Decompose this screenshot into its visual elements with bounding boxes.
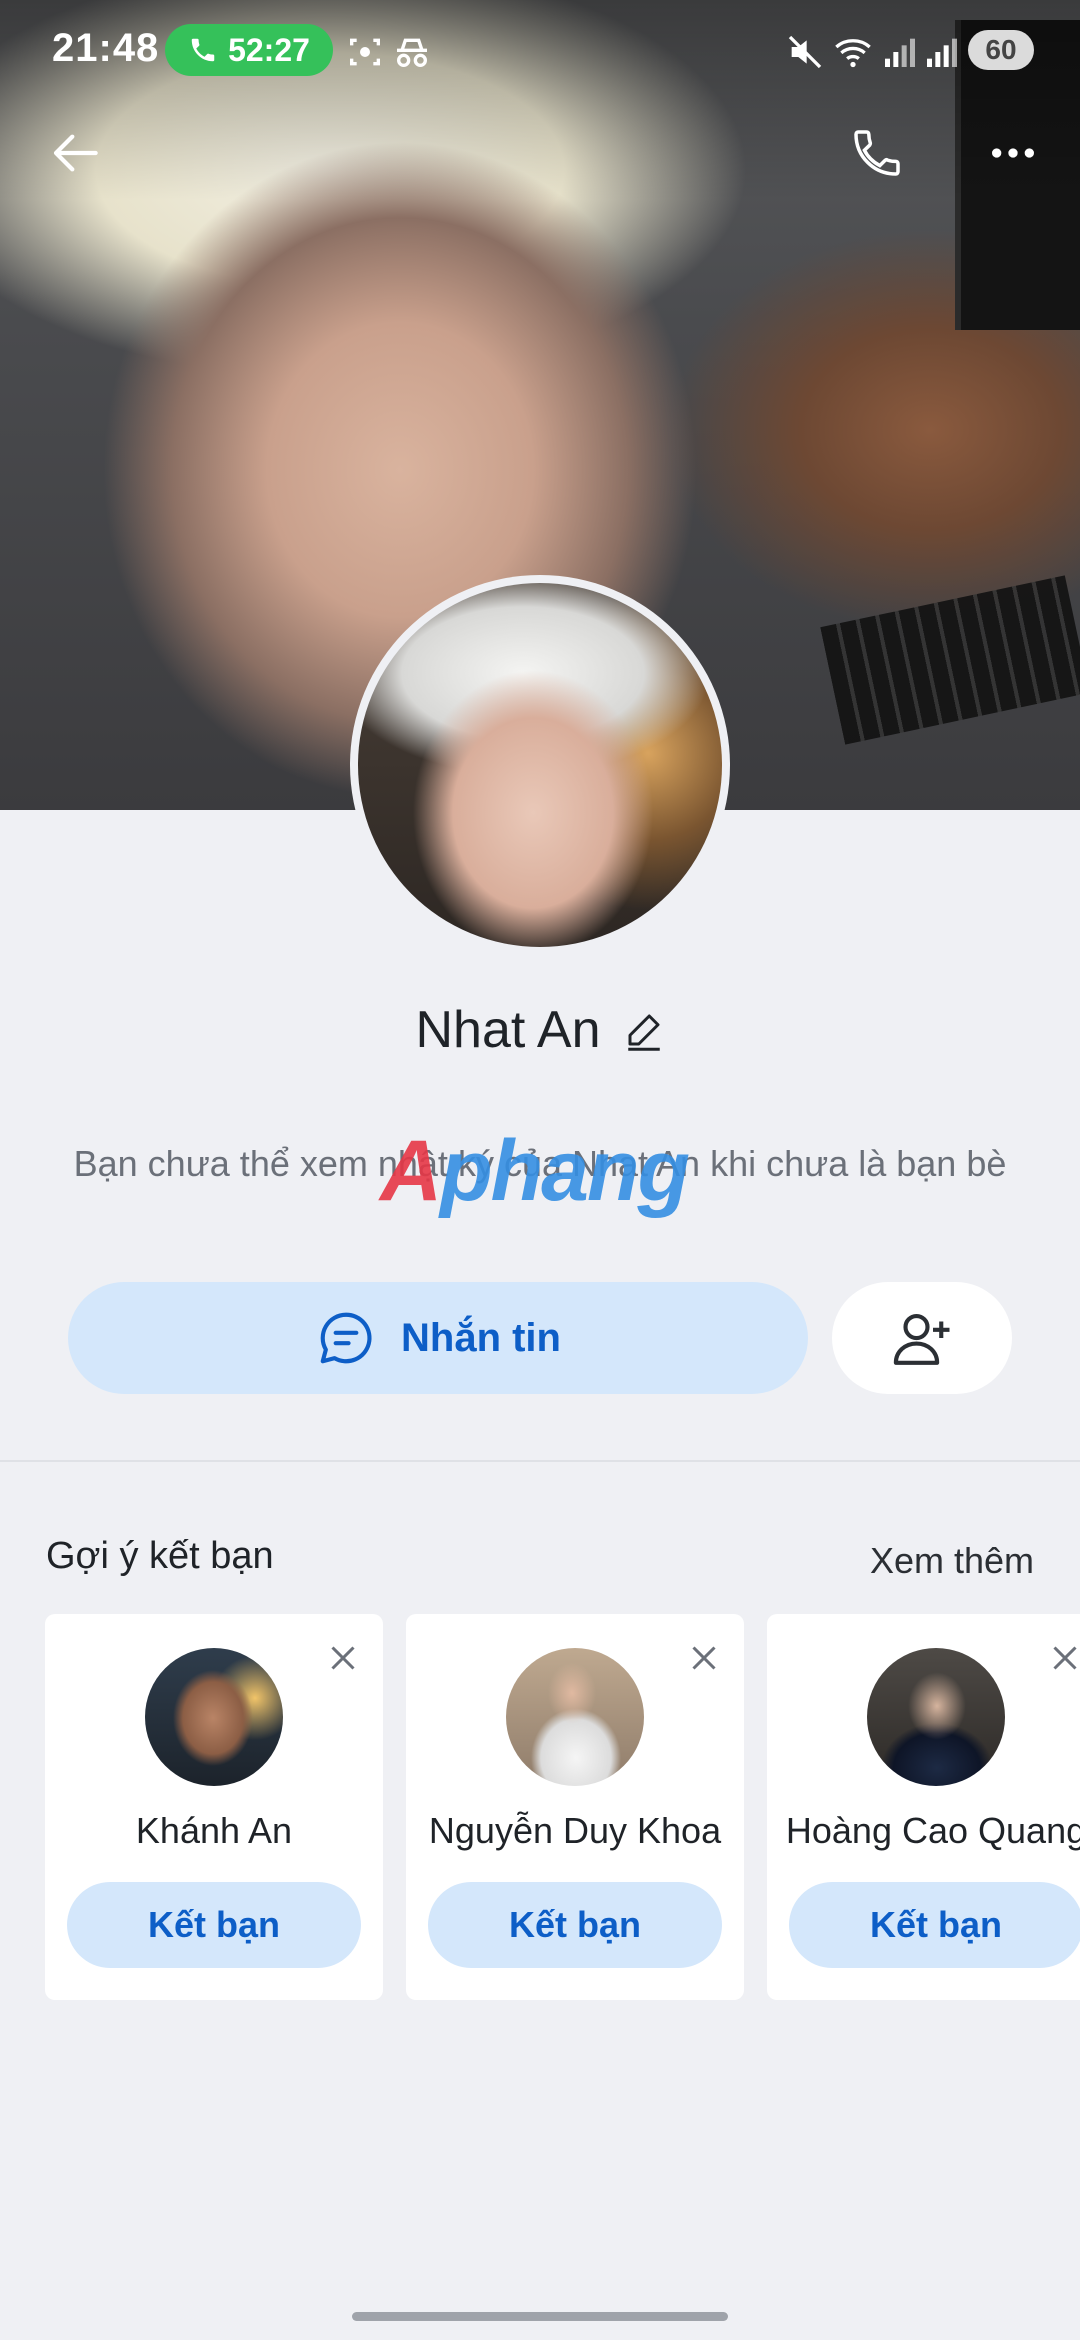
watermark-part1: A bbox=[380, 1123, 442, 1219]
wifi-icon bbox=[835, 39, 871, 68]
cover-keyboard-detail bbox=[820, 575, 1080, 745]
incognito-icon bbox=[397, 38, 427, 67]
add-friend-button[interactable] bbox=[832, 1282, 1012, 1394]
status-time: 21:48 bbox=[52, 26, 160, 70]
call-timer: 52:27 bbox=[228, 31, 310, 68]
add-friend-card-button[interactable]: Kết bạn bbox=[428, 1882, 722, 1968]
suggestion-card[interactable]: Khánh An Kết bạn bbox=[45, 1614, 383, 2000]
phone-outline-icon bbox=[854, 130, 900, 176]
more-horizontal-icon bbox=[992, 148, 1034, 158]
signal-icon-sim2 bbox=[927, 38, 957, 67]
watermark-part2: phang bbox=[440, 1123, 690, 1219]
section-divider bbox=[0, 1460, 1080, 1462]
send-message-label: Nhắn tin bbox=[401, 1315, 561, 1360]
close-icon[interactable] bbox=[1047, 1640, 1080, 1676]
screen-record-icon bbox=[350, 38, 380, 66]
more-options-button[interactable] bbox=[978, 118, 1048, 188]
status-bar: 21:48 52:27 60 bbox=[0, 0, 1080, 100]
suggestion-avatar[interactable] bbox=[506, 1648, 644, 1786]
profile-name: Nhat An bbox=[415, 1001, 601, 1059]
suggestion-name: Nguyễn Duy Khoa bbox=[428, 1810, 722, 1851]
suggestions-title: Gợi ý kết bạn bbox=[46, 1535, 274, 1577]
phone-icon bbox=[191, 38, 215, 62]
battery-indicator: 60 bbox=[968, 30, 1034, 70]
see-more-link[interactable]: Xem thêm bbox=[870, 1540, 1034, 1582]
send-message-button[interactable]: Nhắn tin bbox=[68, 1282, 808, 1394]
call-button[interactable] bbox=[842, 118, 912, 188]
add-friend-card-button[interactable]: Kết bạn bbox=[789, 1882, 1080, 1968]
suggestion-name: Hoàng Cao Quang bbox=[785, 1810, 1080, 1851]
suggestion-name: Khánh An bbox=[135, 1810, 293, 1851]
mute-icon bbox=[788, 35, 822, 69]
suggestion-card[interactable]: Nguyễn Duy Khoa Kết bạn bbox=[406, 1614, 744, 2000]
suggestion-avatar[interactable] bbox=[867, 1648, 1005, 1786]
watermark-logo: Aphang bbox=[380, 1122, 690, 1221]
ongoing-call-pill[interactable]: 52:27 bbox=[165, 24, 333, 76]
close-icon[interactable] bbox=[686, 1640, 722, 1676]
arrow-left-icon bbox=[53, 134, 98, 172]
user-plus-icon bbox=[893, 1313, 950, 1365]
suggestion-avatar[interactable] bbox=[145, 1648, 283, 1786]
edit-pencil-icon[interactable] bbox=[623, 1009, 665, 1051]
suggestion-card[interactable]: Hoàng Cao Quang Kết bạn bbox=[767, 1614, 1080, 2000]
home-indicator[interactable] bbox=[352, 2312, 728, 2321]
avatar-ring bbox=[350, 575, 730, 955]
profile-avatar[interactable] bbox=[358, 583, 722, 947]
close-icon[interactable] bbox=[325, 1640, 361, 1676]
signal-icon-sim1 bbox=[885, 38, 915, 67]
add-friend-card-button[interactable]: Kết bạn bbox=[67, 1882, 361, 1968]
name-row: Nhat An bbox=[0, 1000, 1080, 1060]
chat-bubble-icon bbox=[320, 1312, 372, 1364]
profile-screen: 21:48 52:27 60 Nhat An Bạn chưa thể xem … bbox=[0, 0, 1080, 2340]
back-button[interactable] bbox=[42, 118, 112, 188]
